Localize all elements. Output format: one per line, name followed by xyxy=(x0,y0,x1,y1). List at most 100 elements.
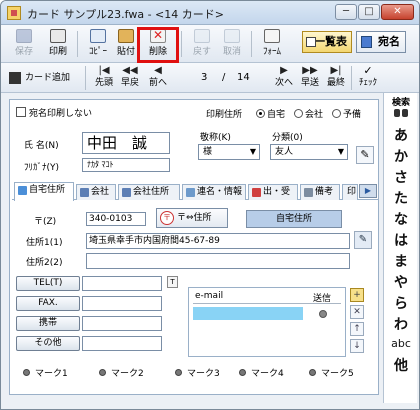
first-icon: |◀ xyxy=(98,65,110,76)
fast-back-button[interactable]: ◀◀ 早戻 xyxy=(117,65,143,91)
email-up-button[interactable]: ↑ xyxy=(350,322,364,336)
first-button[interactable]: |◀ 先頭 xyxy=(91,65,117,91)
undo-button[interactable]: 戻す xyxy=(185,27,219,61)
tab-company-address[interactable]: 会社住所 xyxy=(118,184,180,200)
app-icon xyxy=(7,6,21,20)
maximize-button[interactable]: □ xyxy=(358,4,380,20)
radio-company-dot[interactable] xyxy=(294,109,303,118)
mark-1[interactable]: マーク1 xyxy=(23,366,68,379)
list-view-button[interactable]: 一覧表 xyxy=(302,31,352,53)
zip-to-address-button[interactable]: 〒 〒⇔住所 xyxy=(156,208,228,228)
email-down-button[interactable]: ↓ xyxy=(350,339,364,353)
email-panel: e-mail 送信 xyxy=(188,287,346,357)
search-kana-other[interactable]: 他 xyxy=(384,355,418,375)
kana-field[interactable]: ﾅｶﾀ ﾏｺﾄ xyxy=(82,158,170,172)
address-edit-button[interactable]: ✎ xyxy=(354,231,372,249)
search-kana-wa[interactable]: わ xyxy=(384,314,418,334)
print-button[interactable]: 印刷 xyxy=(41,27,75,61)
minimize-icon: ─ xyxy=(342,6,350,17)
search-kana-ma[interactable]: ま xyxy=(384,251,418,271)
check-button[interactable]: ✓ ﾁｪｯｸ xyxy=(355,65,381,91)
add-card-button[interactable]: カード追加 xyxy=(9,69,70,87)
tel-type-button[interactable]: T xyxy=(167,276,178,288)
address1-field[interactable]: 埼玉県幸手市内国府間45-67-89 xyxy=(86,233,350,249)
tab-company[interactable]: 会社 xyxy=(76,184,116,200)
address-button[interactable]: 宛名 xyxy=(356,31,406,53)
send-toggle[interactable] xyxy=(319,310,327,318)
close-icon: ✕ xyxy=(353,307,361,317)
checkbox-box[interactable] xyxy=(16,107,26,117)
prev-button[interactable]: ◀ 前へ xyxy=(145,65,171,91)
search-kana-ra[interactable]: ら xyxy=(384,293,418,313)
radio-home[interactable]: 自宅 xyxy=(256,107,285,120)
search-kana-ha[interactable]: は xyxy=(384,230,418,250)
other-button[interactable]: その他 xyxy=(16,336,80,351)
mark-4[interactable]: マーク4 xyxy=(239,366,284,379)
zip-field[interactable]: 340-0103 xyxy=(86,212,146,226)
search-kana-na[interactable]: な xyxy=(384,209,418,229)
maximize-icon: □ xyxy=(364,6,374,17)
delete-highlight-box xyxy=(137,27,179,63)
name-field[interactable]: 中田 誠 xyxy=(82,132,170,154)
name-label: 氏 名(N) xyxy=(24,141,59,151)
last-button[interactable]: ▶| 最終 xyxy=(323,65,349,91)
mark-dot-icon xyxy=(309,369,316,376)
pencil-icon: ✎ xyxy=(358,234,368,245)
search-kana-ka[interactable]: か xyxy=(384,146,418,166)
email-row-selected[interactable] xyxy=(193,307,303,320)
prev-icon: ◀ xyxy=(154,65,162,76)
tab-scroll-button[interactable]: ▶ xyxy=(359,184,377,198)
add-card-icon xyxy=(9,72,21,84)
address2-label: 住所2(2) xyxy=(26,258,63,268)
mark-dot-icon xyxy=(99,369,106,376)
fax-button[interactable]: FAX. xyxy=(16,296,80,311)
tab-notes[interactable]: 備考 xyxy=(300,184,340,200)
mark-3[interactable]: マーク3 xyxy=(175,366,220,379)
fax-field[interactable] xyxy=(82,296,162,311)
minimize-button[interactable]: ─ xyxy=(335,4,357,20)
copy-icon xyxy=(90,29,106,43)
address2-field[interactable] xyxy=(86,253,350,269)
next-button[interactable]: ▶ 次へ xyxy=(271,65,297,91)
toolbar-separator xyxy=(181,31,182,57)
radio-reserve-dot[interactable] xyxy=(332,109,341,118)
form-label: ﾌｫｰﾑ xyxy=(262,47,281,57)
search-kana-ta[interactable]: た xyxy=(384,188,418,208)
home-address-button[interactable]: 自宅住所 xyxy=(246,210,342,228)
mobile-field[interactable] xyxy=(82,316,162,331)
mark-5[interactable]: マーク5 xyxy=(309,366,354,379)
tel-field[interactable] xyxy=(82,276,162,291)
email-delete-button[interactable]: ✕ xyxy=(350,305,364,319)
search-kana-abc[interactable]: abc xyxy=(384,337,418,350)
tel-button[interactable]: TEL(T) xyxy=(16,276,80,291)
search-kana-ya[interactable]: や xyxy=(384,272,418,292)
mark-label: マーク4 xyxy=(251,369,284,379)
email-header: e-mail xyxy=(195,291,224,301)
search-kana-a[interactable]: あ xyxy=(384,125,418,145)
radio-home-dot[interactable] xyxy=(256,109,265,118)
no-print-checkbox[interactable]: 宛名印刷しない xyxy=(16,106,92,119)
other-field[interactable] xyxy=(82,336,162,351)
address1-label: 住所1(1) xyxy=(26,238,63,248)
tab-home-address[interactable]: 自宅住所 xyxy=(14,182,74,201)
tab-more[interactable]: 印 xyxy=(342,184,358,200)
fast-forward-button[interactable]: ▶▶ 早送 xyxy=(297,65,323,91)
radio-company[interactable]: 会社 xyxy=(294,107,323,120)
cancel-button[interactable]: 取消 xyxy=(215,27,249,61)
search-kana-sa[interactable]: さ xyxy=(384,167,418,187)
fast-back-icon: ◀◀ xyxy=(122,65,138,76)
save-button[interactable]: 保存 xyxy=(7,27,41,61)
category-dropdown[interactable]: 友人 ▼ xyxy=(270,144,348,160)
tab-joint-info[interactable]: 連名・情報 xyxy=(182,184,246,200)
tab-send-receive[interactable]: 出・受 xyxy=(248,184,298,200)
mark-2[interactable]: マーク2 xyxy=(99,366,144,379)
mark-label: マーク1 xyxy=(35,369,68,379)
honorific-dropdown[interactable]: 様 ▼ xyxy=(198,144,260,160)
mobile-button[interactable]: 携帯 xyxy=(16,316,80,331)
email-add-button[interactable]: + xyxy=(350,288,364,302)
close-button[interactable]: ✕ xyxy=(381,4,414,20)
edit-name-button[interactable]: ✎ xyxy=(356,146,374,164)
form-button[interactable]: ﾌｫｰﾑ xyxy=(255,27,289,61)
radio-reserve[interactable]: 予備 xyxy=(332,107,361,120)
mark-label: マーク5 xyxy=(321,369,354,379)
